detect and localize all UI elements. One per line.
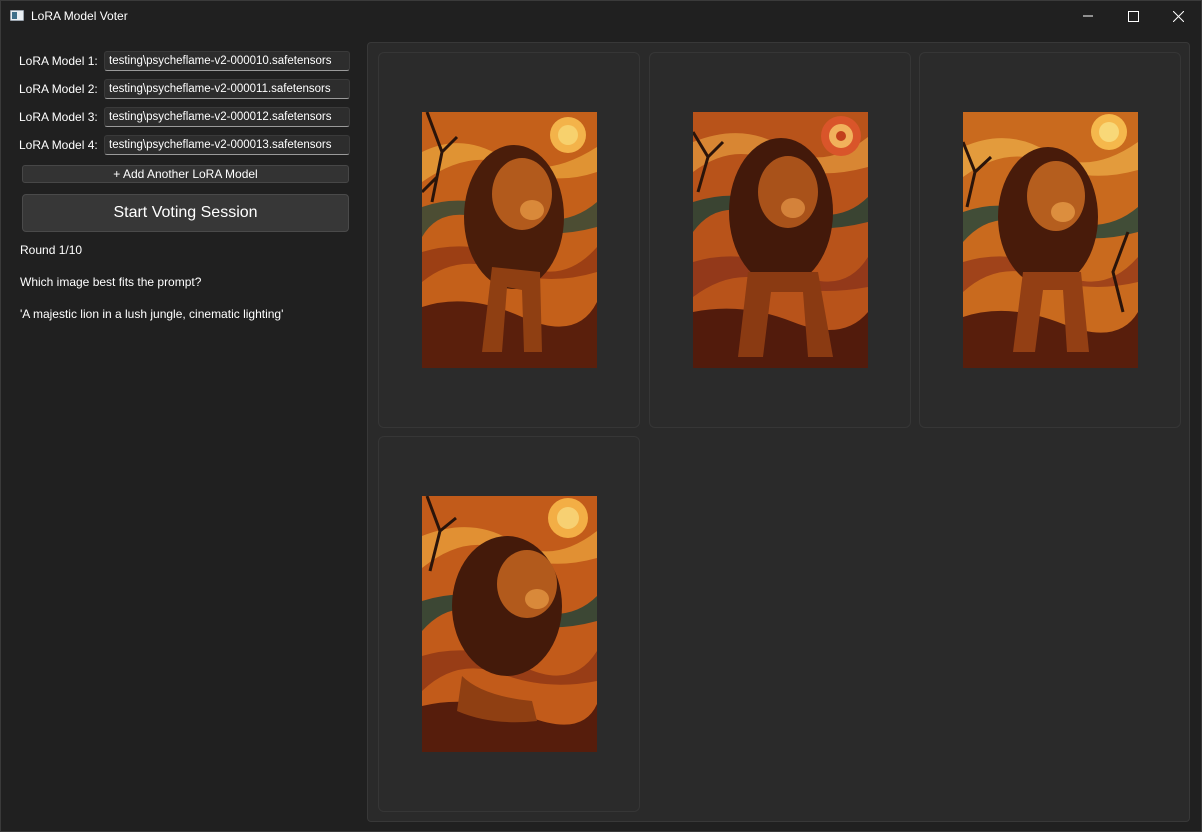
app-window: LoRA Model Voter LoRA Model 1: testing\p… — [0, 0, 1202, 832]
lion-painting-image — [422, 496, 597, 752]
lora-model-input-4[interactable]: testing\psycheflame-v2-000013.safetensor… — [104, 135, 350, 155]
generated-image-1[interactable] — [422, 112, 597, 368]
image-card-2[interactable] — [649, 52, 911, 428]
lora-model-label: LoRA Model 1: — [19, 54, 98, 68]
lion-painting-image — [422, 112, 597, 368]
generated-image-3[interactable] — [963, 112, 1138, 368]
close-button[interactable] — [1155, 1, 1201, 31]
image-card-4[interactable] — [378, 436, 640, 812]
minimize-icon — [1083, 15, 1093, 17]
lion-painting-image — [693, 112, 868, 368]
lora-model-label: LoRA Model 2: — [19, 82, 98, 96]
image-card-1[interactable] — [378, 52, 640, 428]
question-text: Which image best fits the prompt? — [20, 275, 202, 289]
round-indicator: Round 1/10 — [20, 243, 83, 257]
lora-model-input-3[interactable]: testing\psycheflame-v2-000012.safetensor… — [104, 107, 350, 127]
close-icon — [1172, 10, 1184, 22]
maximize-icon — [1127, 10, 1139, 22]
lora-model-row-4: LoRA Model 4: testing\psycheflame-v2-000… — [19, 135, 359, 155]
generated-image-4[interactable] — [422, 496, 597, 752]
start-voting-button[interactable]: Start Voting Session — [22, 194, 349, 232]
lora-model-input-2[interactable]: testing\psycheflame-v2-000011.safetensor… — [104, 79, 350, 99]
add-lora-model-button[interactable]: + Add Another LoRA Model — [22, 165, 349, 183]
window-title: LoRA Model Voter — [31, 9, 128, 23]
lora-model-label: LoRA Model 4: — [19, 138, 98, 152]
lora-model-row-3: LoRA Model 3: testing\psycheflame-v2-000… — [19, 107, 359, 127]
prompt-text: 'A majestic lion in a lush jungle, cinem… — [20, 307, 284, 321]
lora-model-label: LoRA Model 3: — [19, 110, 98, 124]
app-icon — [10, 10, 24, 21]
lora-model-input-1[interactable]: testing\psycheflame-v2-000010.safetensor… — [104, 51, 350, 71]
minimize-button[interactable] — [1065, 1, 1111, 31]
lora-model-row-2: LoRA Model 2: testing\psycheflame-v2-000… — [19, 79, 359, 99]
lora-model-row-1: LoRA Model 1: testing\psycheflame-v2-000… — [19, 51, 359, 71]
lion-painting-image — [963, 112, 1138, 368]
image-grid — [367, 42, 1190, 822]
sidebar: LoRA Model 1: testing\psycheflame-v2-000… — [1, 31, 367, 831]
title-bar[interactable]: LoRA Model Voter — [1, 1, 1201, 31]
maximize-button[interactable] — [1110, 1, 1156, 31]
image-card-3[interactable] — [919, 52, 1181, 428]
generated-image-2[interactable] — [693, 112, 868, 368]
